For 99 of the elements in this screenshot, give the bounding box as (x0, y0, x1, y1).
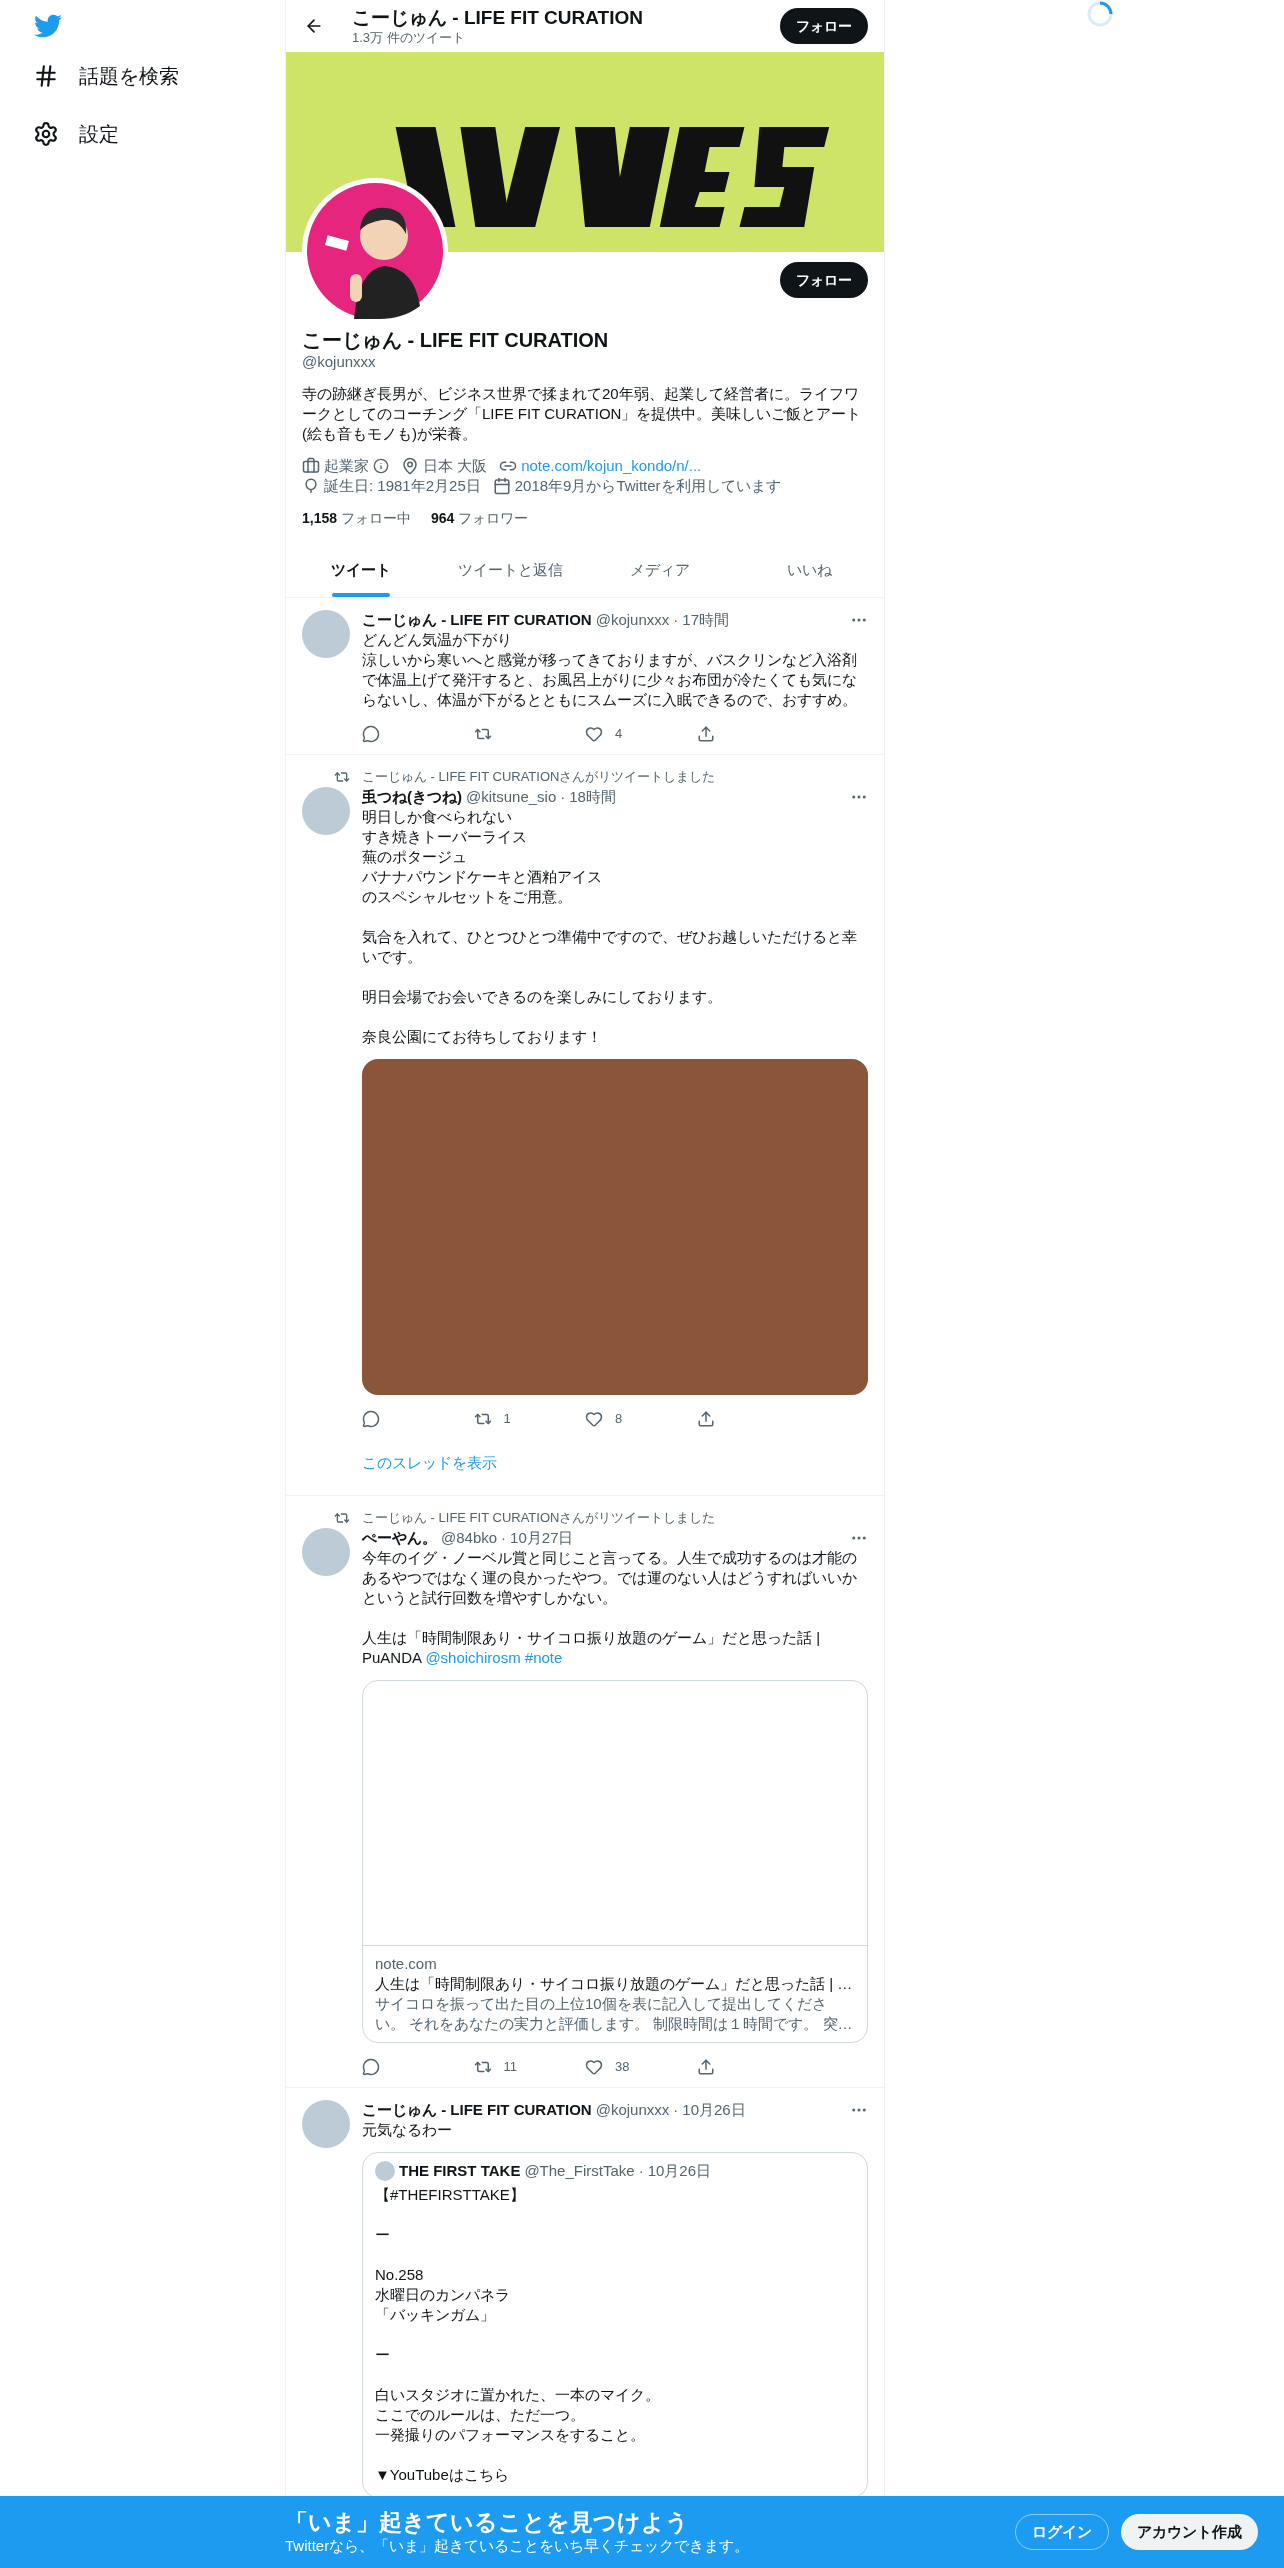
tweet-text: バナナパウンドケーキと酒粕アイス (362, 867, 603, 887)
tweet-time[interactable]: 10月27日 (510, 1526, 574, 1550)
separator-dot: · (638, 2160, 644, 2181)
card-title: 人生は「時間制限あり・サイコロ振り放題のゲーム」だと思った話 | … (375, 1974, 854, 1994)
reply-icon[interactable] (362, 725, 380, 743)
tweet-time: 10月26日 (647, 2160, 712, 2181)
tweet-text: どんどん気温が下がり (362, 630, 513, 650)
action-count: 8 (615, 1410, 623, 1429)
author-handle: @kojunxxx (595, 2099, 670, 2120)
header-title: こーじゅん - LIFE FIT CURATION (352, 6, 644, 30)
tweet-text: 元気なるわー (362, 2120, 453, 2140)
author-handle: @kitsune_sio (466, 786, 557, 807)
separator-dot: · (673, 609, 679, 630)
settings-icon (33, 121, 59, 147)
banner-subtitle: Twitterなら、「いま」起きていることをいち早くチェックできます。 (285, 2536, 751, 2556)
reply-icon[interactable] (362, 2058, 380, 2076)
stat-label[interactable]: フォロワー (458, 507, 529, 529)
action-count: 38 (615, 2058, 630, 2077)
tweet-text: 今年のイグ・ノーベル賞と同じこと言ってる。人生で成功するのは才能のあるやつではなく運の良かったやつ。では運のない人はどうすればいいかというと試行回数を増やすしかない。 (362, 1548, 858, 1608)
stat-count[interactable]: 964 (431, 507, 455, 529)
tweet-text: 明日しか食べられない (362, 807, 513, 827)
tweet-text: 一発撮りのパフォーマンスをすること。 (375, 2425, 646, 2445)
share-icon[interactable] (696, 725, 715, 743)
tweet-count: 1.3万 件のツイート (352, 30, 466, 46)
tweet-text: 「バッキンガム」 (375, 2305, 496, 2325)
tweet-text: ー (375, 2345, 391, 2365)
author-name[interactable]: こーじゅん - LIFE FIT CURATION (362, 2098, 592, 2122)
tweet-text: 【#THEFIRSTTAKE】 (375, 2185, 526, 2205)
balloon-icon (302, 477, 320, 495)
banner-title: 「いま」起きていることを見つけよう (285, 2508, 690, 2536)
retweet-icon (334, 769, 350, 785)
separator-dot: · (673, 2099, 679, 2120)
like-icon[interactable] (585, 725, 603, 743)
briefcase-icon (302, 457, 320, 475)
profile-info: 誕生日: 1981年2月25日 (324, 476, 481, 496)
tweet-text: No.258 (375, 2265, 425, 2285)
follow-button[interactable]: フォロー (780, 8, 868, 44)
profile-info: 起業家 (324, 456, 369, 476)
bird-icon[interactable] (33, 12, 63, 40)
like-icon[interactable] (585, 1410, 603, 1428)
action-count: 1 (503, 1410, 511, 1429)
card-description: サイコロを振って出た目の上位10個を表に記入して提出してください。 それをあなたの実力と評価します。 制限時間は１時間です。 突… (375, 1994, 854, 2034)
signup-button[interactable]: アカウント作成 (1121, 2514, 1258, 2550)
author-name[interactable]: こーじゅん - LIFE FIT CURATION (362, 608, 592, 632)
profile-name: こーじゅん - LIFE FIT CURATION (302, 328, 610, 352)
tweet-text: 水曜日のカンパネラ (375, 2285, 511, 2305)
reply-icon[interactable] (362, 1410, 380, 1428)
action-count: 4 (615, 725, 623, 744)
location-pin-icon (401, 457, 419, 475)
profile-tab[interactable]: ツイート (286, 544, 436, 597)
tweet-text: 気合を入れて、ひとつひとつ準備中ですので、ぜひお越しいただけると幸いです。 (362, 927, 858, 967)
sidebar-item[interactable]: 設定 (33, 120, 285, 148)
profile-info: 2018年9月からTwitterを利用しています (514, 476, 781, 496)
profile-tab[interactable]: メディア (585, 544, 735, 597)
like-icon[interactable] (585, 2058, 603, 2076)
share-icon[interactable] (696, 2058, 715, 2076)
author-handle: @84bko (441, 1527, 498, 1548)
sidebar-item[interactable]: 話題を検索 (33, 62, 285, 90)
profile-handle: @kojunxxx (302, 352, 377, 372)
tweet-text: ここでのルールは、ただ一つ。 (375, 2405, 586, 2425)
tweet-time[interactable]: 17時間 (682, 608, 729, 632)
tweet-text: 白いスタジオに置かれた、一本のマイク。 (375, 2385, 661, 2405)
tweet-text: のスペシャルセットをご用意。 (362, 887, 573, 907)
retweet-notice: こーじゅん - LIFE FIT CURATIONさんがリツイートしました (362, 768, 716, 787)
tweet-text: 明日会場でお会いできるのを楽しみにしております。 (362, 987, 723, 1007)
avatar (375, 2161, 395, 2181)
profile-tab[interactable]: いいね (734, 544, 884, 597)
tweet-time[interactable]: 18時間 (569, 785, 616, 809)
card-domain: note.com (375, 1954, 438, 1974)
author-handle: @The_FirstTake (524, 2160, 635, 2181)
retweet-icon (334, 1510, 350, 1526)
author-name: THE FIRST TAKE (399, 2160, 521, 2181)
calendar-icon (492, 477, 511, 495)
separator-dot: · (560, 786, 566, 807)
author-handle: @kojunxxx (595, 609, 670, 630)
share-icon[interactable] (696, 1410, 715, 1428)
follow-button[interactable]: フォロー (780, 262, 868, 298)
tweet-text: すき焼きトーバーライス (362, 827, 528, 847)
tweet-text: 涼しいから寒いへと感覚が移ってきておりますが、バスクリンなど入浴剤で体温上げて発汗すると、お風呂上がりに少々お布団が冷たくても気にならないし、体温が下がるとともにスムーズに入眠できるので、おすすめ。 (362, 650, 858, 710)
profile-info: 日本 大阪 (423, 456, 488, 476)
retweet-notice: こーじゅん - LIFE FIT CURATIONさんがリツイートしました (362, 1509, 716, 1528)
tweet-text: 奈良公園にてお待ちしております！ (362, 1027, 603, 1047)
loading-spinner-icon (1087, 1, 1113, 27)
tweet-text: ▼YouTubeはこちら (375, 2465, 510, 2485)
hashtag-icon (33, 63, 59, 89)
action-count: 11 (503, 2058, 517, 2077)
link-card[interactable]: note.com 人生は「時間制限あり・サイコロ振り放題のゲーム」だと思った話 | … サイコロを振って出た目の上位10個を表に記入して提出してください。 それをあなたの実力と評価します。 制限時間は１時間です。 突… (362, 1680, 868, 2043)
stat-count[interactable]: 1,158 (302, 507, 338, 529)
tweet-text: 人生は「時間制限あり・サイコロ振り放題のゲーム」だと思った話 | PuANDA @shoichirosm #note (362, 1628, 822, 1668)
author-name[interactable]: ぺーやん。 (362, 1526, 437, 1550)
stat-label[interactable]: フォロー中 (341, 507, 412, 529)
tweet-text: ー (375, 2225, 391, 2245)
tweet-time[interactable]: 10月26日 (682, 2098, 746, 2122)
info-icon[interactable] (373, 458, 389, 474)
author-name[interactable]: 䖝つね(きつね) (362, 785, 462, 809)
profile-bio: 寺の跡継ぎ長男が、ビジネス世界で揉まれて20年弱、起業して経営者に。ライフワークとしてのコーチング「LIFE FIT CURATION」を提供中。美味しいご飯とアート(絵も音もモノも)が栄養。 (302, 384, 863, 444)
profile-tab[interactable]: ツイートと返信 (435, 544, 585, 597)
separator-dot: · (501, 1527, 507, 1548)
tweet-text: 蕪のポタージュ (362, 847, 468, 867)
